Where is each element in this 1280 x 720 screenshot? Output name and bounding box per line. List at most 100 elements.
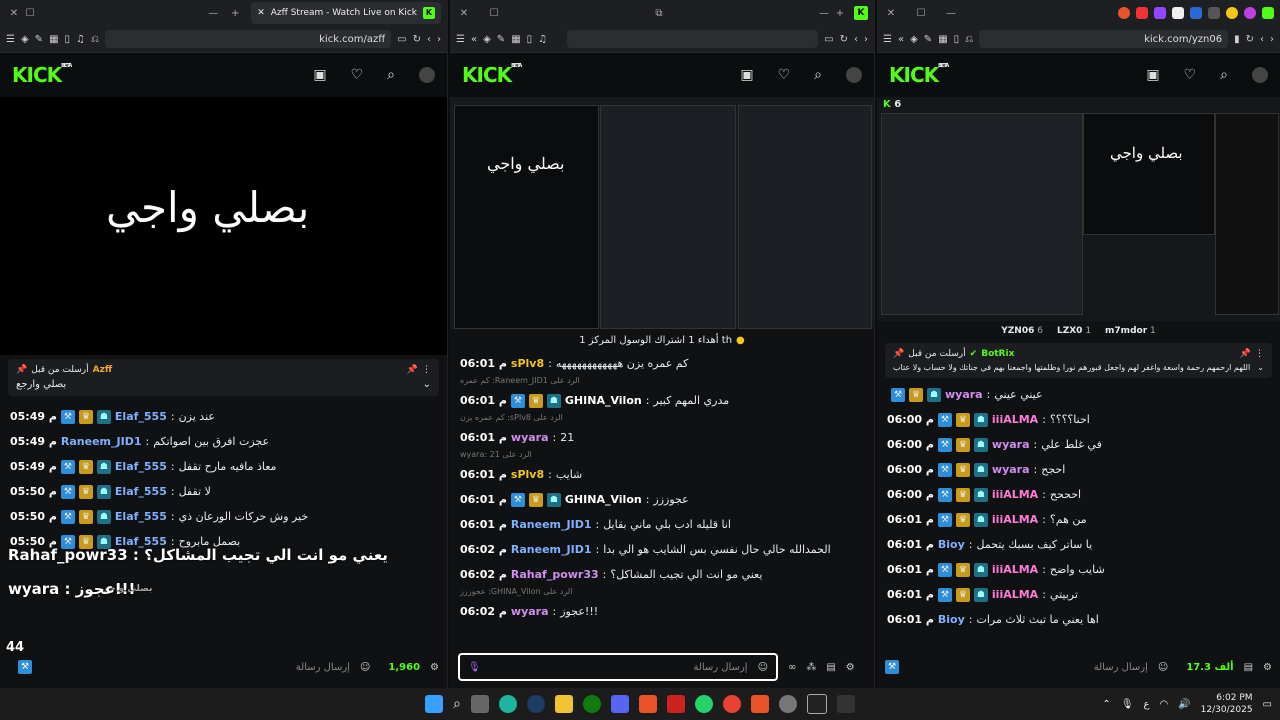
gifter-item[interactable]: YZN06 6 [1001, 326, 1043, 336]
message-username[interactable]: Elaf_555 [115, 460, 167, 473]
chat-message[interactable]: 06:01 م ⚒ ♛ ☗ iiiALMA: من هم؟ [887, 507, 1270, 532]
maximize-icon[interactable]: ☐ [486, 8, 502, 19]
menu-icon[interactable]: ☰ [883, 34, 892, 45]
chat-message[interactable]: 05:50 م ⚒ ♛ ☗ Elaf_555: خير وش حركات الورعان … [10, 504, 437, 529]
chevron-up-icon[interactable]: ⌃ [1102, 699, 1110, 710]
chat-input[interactable]: 🎙 إرسال رسالة ☺ [458, 653, 778, 681]
message-username[interactable]: sPlv8 [511, 357, 544, 370]
capcut-icon[interactable] [806, 694, 827, 714]
chrome-icon[interactable] [722, 695, 741, 713]
tab-close-icon[interactable]: ✕ [257, 8, 265, 18]
pin-toggle-icon[interactable]: 📌 [1240, 349, 1251, 359]
chevron-down-icon[interactable]: ⌄ [1257, 363, 1264, 372]
music-icon[interactable]: ♫ [538, 34, 547, 45]
infinity-icon[interactable]: ∞ [788, 662, 796, 673]
message-username[interactable]: iiiALMA [992, 563, 1038, 576]
back-icon[interactable]: ‹ [1260, 34, 1264, 45]
chevron-down-icon[interactable]: ⌄ [423, 379, 431, 390]
back-icon[interactable]: ‹ [854, 34, 858, 45]
steam-icon[interactable] [526, 695, 545, 713]
avatar[interactable] [846, 67, 862, 83]
message-username[interactable]: Raneem_JID1 [511, 518, 592, 531]
message-username[interactable]: Rahaf_powr33 [511, 568, 599, 581]
wifi-icon[interactable]: ◠ [1159, 699, 1168, 710]
language-indicator[interactable]: ع [1144, 699, 1150, 710]
chat-message[interactable]: 06:01 م sPlv8: كم عمره يزن ههههههههههههه [460, 351, 864, 376]
whatsapp-icon[interactable] [694, 695, 713, 713]
chat-message[interactable]: 06:01 م ⚒ ♛ ☗ GHINA_Vilon: عجوززز [460, 487, 864, 512]
minimize-icon[interactable]: — [816, 8, 832, 19]
site-icon-3[interactable] [1208, 7, 1220, 19]
address-bar[interactable]: kick.com/azff [105, 30, 392, 48]
tab-azff-stream[interactable]: ✕ Azff Stream - Watch Live on Kick K [251, 2, 441, 24]
search-icon[interactable]: ⌕ [387, 67, 395, 83]
window-icon[interactable]: ⧉ [651, 8, 667, 19]
maximize-icon[interactable]: ☐ [22, 8, 38, 19]
mic-icon[interactable]: 🎙 [1121, 699, 1134, 710]
forward-icon[interactable]: › [864, 34, 868, 45]
message-username[interactable]: wyara [992, 463, 1030, 476]
close-icon[interactable]: ✕ [883, 8, 899, 19]
reload-icon[interactable]: ↻ [1246, 34, 1254, 45]
message-username[interactable]: iiiALMA [992, 488, 1038, 501]
history-icon[interactable]: ⎌ [91, 34, 99, 45]
message-username[interactable]: Bioy [938, 613, 965, 626]
message-username[interactable]: wyara [511, 431, 549, 444]
message-username[interactable]: wyara [511, 605, 549, 618]
heart-icon[interactable]: ♡ [351, 67, 364, 83]
new-tab-icon[interactable]: + [227, 8, 243, 19]
following-icon[interactable]: ▣ [1146, 67, 1159, 83]
heart-icon[interactable]: ♡ [778, 67, 791, 83]
menu-icon[interactable]: ☰ [6, 34, 15, 45]
store-icon[interactable]: ▤ [1244, 662, 1253, 673]
kick-logo[interactable]: KICKBETA [462, 63, 522, 87]
edge-icon[interactable] [498, 695, 517, 713]
minimize-icon[interactable]: — [205, 8, 221, 19]
emoji-icon[interactable]: ☺ [1158, 662, 1168, 673]
message-username[interactable]: Bioy [938, 538, 965, 551]
notification-icon[interactable]: ▭ [1263, 699, 1272, 710]
message-username[interactable]: Elaf_555 [115, 410, 167, 423]
heart-icon[interactable]: ♡ [1184, 67, 1197, 83]
volume-icon[interactable]: 🔊 [1178, 699, 1190, 710]
chat-message[interactable]: 06:01 م sPlv8: شايب [460, 462, 864, 487]
message-username[interactable]: GHINA_Vilon [565, 394, 642, 407]
site-icon[interactable] [1172, 7, 1184, 19]
chat-message[interactable]: 06:01 م Raneem_JID1: انا قليله ادب بلي مان… [460, 512, 864, 537]
address-bar[interactable] [567, 30, 819, 48]
chat-message[interactable]: 05:50 م ⚒ ♛ ☗ Elaf_555: لا تقفل [10, 479, 437, 504]
site-icon-5[interactable] [1244, 7, 1256, 19]
more-icon[interactable]: ⋮ [422, 365, 431, 375]
chat-message[interactable]: 06:02 م Raneem_JID1: الحمدالله حالي حال نف… [460, 537, 864, 562]
new-tab-icon[interactable]: + [832, 8, 848, 19]
message-username[interactable]: wyara [992, 438, 1030, 451]
kick-app-icon[interactable] [836, 695, 855, 713]
kick-logo[interactable]: KICKBETA [889, 63, 949, 87]
clock[interactable]: 6:02 PM 12/30/2025 [1201, 692, 1253, 716]
close-icon[interactable]: ✕ [456, 8, 472, 19]
site-icon-2[interactable] [1190, 7, 1202, 19]
chat-message[interactable]: 06:01 م Bioy: يا ساتر كيف بسبك يتحمل [887, 532, 1270, 557]
kick-mod-icon[interactable]: ⚒ [885, 660, 899, 674]
message-username[interactable]: iiiALMA [992, 413, 1038, 426]
message-username[interactable]: Raneem_JID1 [511, 543, 592, 556]
music-icon[interactable]: ♫ [76, 34, 85, 45]
kick-favicon-icon[interactable] [1262, 7, 1274, 19]
chat-message[interactable]: 06:00 م ⚒ ♛ ☗ iiiALMA: احنا؟؟؟؟ [887, 407, 1270, 432]
chat-message[interactable]: 06:00 م ⚒ ♛ ☗ wyara: في غلط علي [887, 432, 1270, 457]
gifter-item[interactable]: m7mdor 1 [1105, 326, 1156, 336]
twitch-icon[interactable] [1154, 7, 1166, 19]
more-icon[interactable]: ⋮ [1255, 349, 1264, 359]
split-icon[interactable]: ▦ [511, 34, 520, 45]
message-username[interactable]: sPlv8 [511, 468, 544, 481]
reload-icon[interactable]: ↻ [413, 34, 421, 45]
sidebar-icon[interactable]: ▯ [954, 34, 960, 45]
settings-icon[interactable] [778, 695, 797, 713]
brave-icon[interactable] [1118, 7, 1130, 19]
stream-video[interactable]: بصلي واجي [0, 97, 447, 355]
message-username[interactable]: Elaf_555 [115, 485, 167, 498]
shield-icon[interactable]: ◈ [21, 34, 29, 45]
maximize-icon[interactable]: ☐ [913, 8, 929, 19]
brave-icon-2[interactable] [750, 695, 769, 713]
site-icon-4[interactable] [1226, 7, 1238, 19]
